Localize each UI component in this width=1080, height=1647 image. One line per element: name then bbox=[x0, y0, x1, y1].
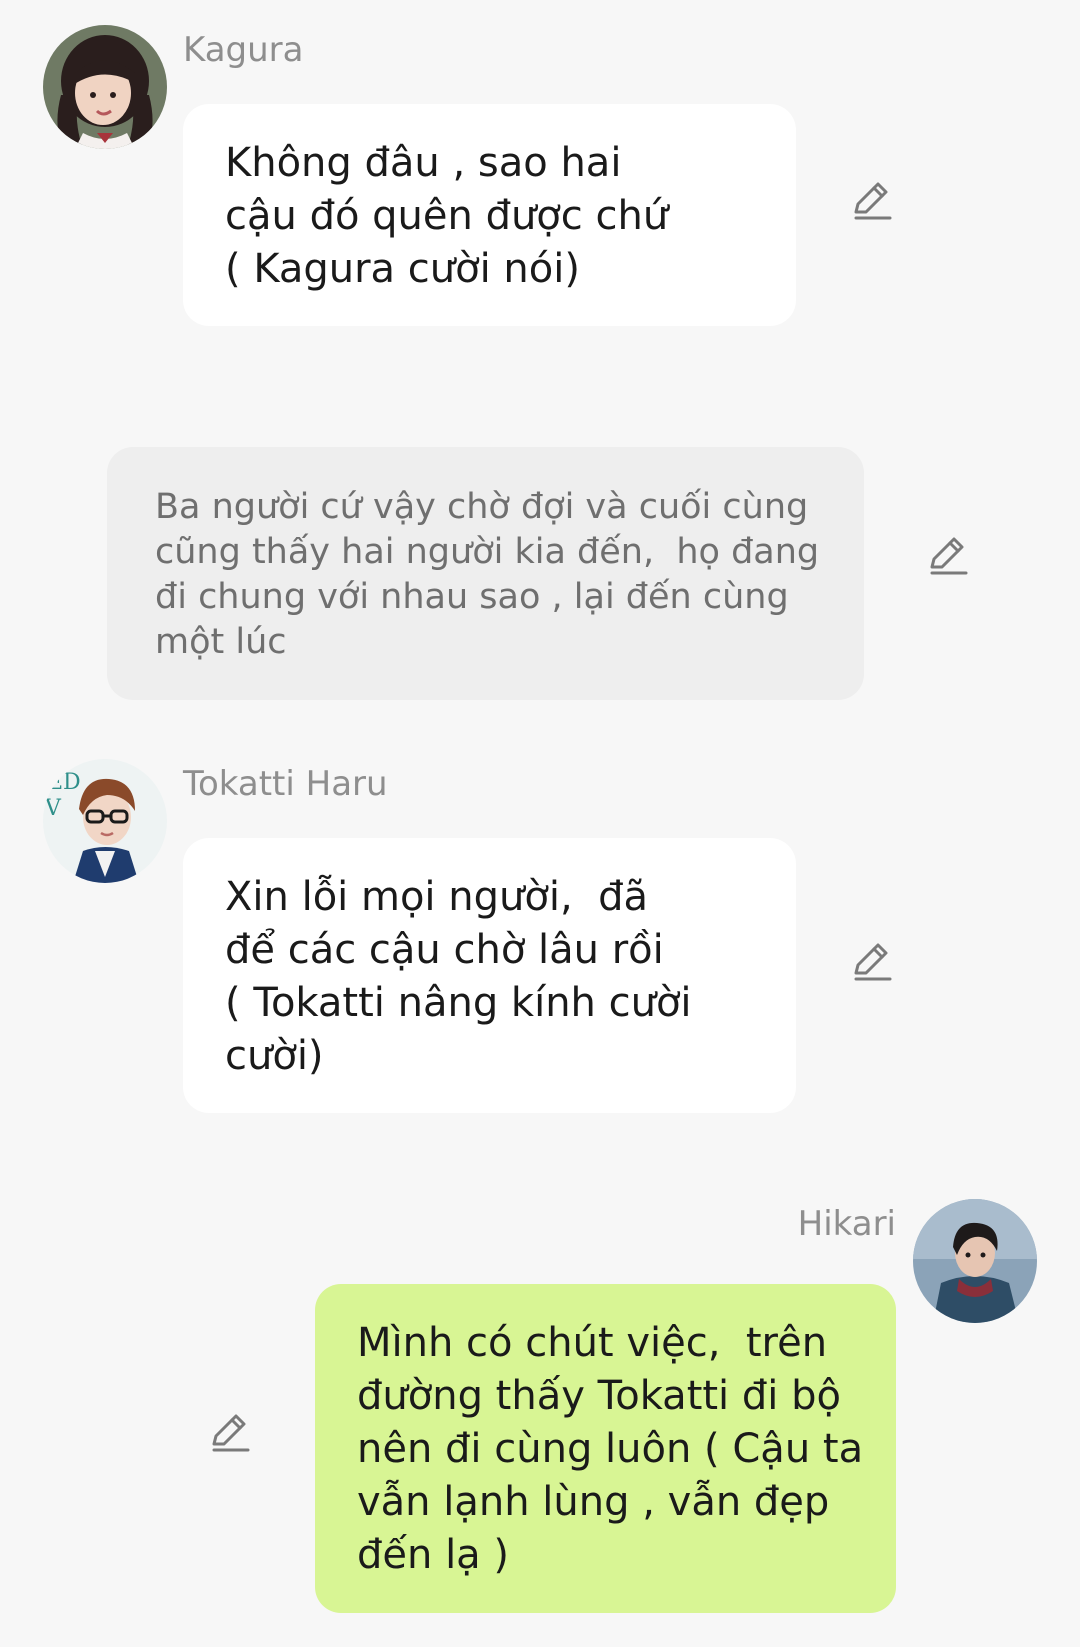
message-line: cười) bbox=[225, 1033, 324, 1079]
message-line: Xin lỗi mọi người, đã bbox=[225, 874, 648, 920]
girl-avatar-icon bbox=[43, 25, 167, 149]
narration-line: Ba người cứ vậy chờ đợi và cuối cùng bbox=[155, 487, 809, 527]
avatar[interactable] bbox=[43, 25, 167, 149]
narration-line: đi chung với nhau sao , lại đến cùng bbox=[155, 577, 789, 617]
message-line: để các cậu chờ lâu rồi bbox=[225, 927, 664, 973]
narration-line: một lúc bbox=[155, 622, 287, 662]
pencil-edit-icon[interactable] bbox=[850, 939, 894, 983]
pencil-edit-icon[interactable] bbox=[208, 1410, 252, 1454]
narration-line: cũng thấy hai người kia đến, họ đang bbox=[155, 532, 820, 572]
message-line: vẫn lạnh lùng , vẫn đẹp bbox=[357, 1479, 830, 1525]
avatar[interactable]: ED V bbox=[43, 759, 167, 883]
message-bubble[interactable]: Mình có chút việc, trên đường thấy Tokat… bbox=[315, 1284, 896, 1613]
pencil-edit-icon[interactable] bbox=[850, 178, 894, 222]
sender-name: Kagura bbox=[183, 30, 304, 70]
message-line: Mình có chút việc, trên bbox=[357, 1320, 828, 1366]
message-line: Không đâu , sao hai bbox=[225, 140, 622, 186]
message-line: ( Tokatti nâng kính cười bbox=[225, 980, 692, 1026]
message-line: đến lạ ) bbox=[357, 1532, 510, 1578]
svg-text:ED: ED bbox=[47, 770, 81, 795]
avatar[interactable] bbox=[913, 1199, 1037, 1323]
message-bubble[interactable]: Không đâu , sao hai cậu đó quên được chứ… bbox=[183, 104, 796, 326]
sender-name: Tokatti Haru bbox=[183, 764, 388, 804]
sender-name: Hikari bbox=[797, 1204, 896, 1244]
narration-bubble[interactable]: Ba người cứ vậy chờ đợi và cuối cùng cũn… bbox=[107, 447, 864, 700]
message-line: đường thấy Tokatti đi bộ bbox=[357, 1373, 841, 1419]
message-line: ( Kagura cười nói) bbox=[225, 246, 580, 292]
message-bubble[interactable]: Xin lỗi mọi người, đã để các cậu chờ lâu… bbox=[183, 838, 796, 1113]
pencil-edit-icon[interactable] bbox=[926, 533, 970, 577]
message-line: cậu đó quên được chứ bbox=[225, 193, 669, 239]
boy-in-jacket-avatar-icon bbox=[913, 1199, 1037, 1323]
message-line: nên đi cùng luôn ( Cậu ta bbox=[357, 1426, 864, 1472]
boy-with-glasses-avatar-icon: ED V bbox=[43, 759, 167, 883]
svg-text:V: V bbox=[44, 796, 62, 821]
